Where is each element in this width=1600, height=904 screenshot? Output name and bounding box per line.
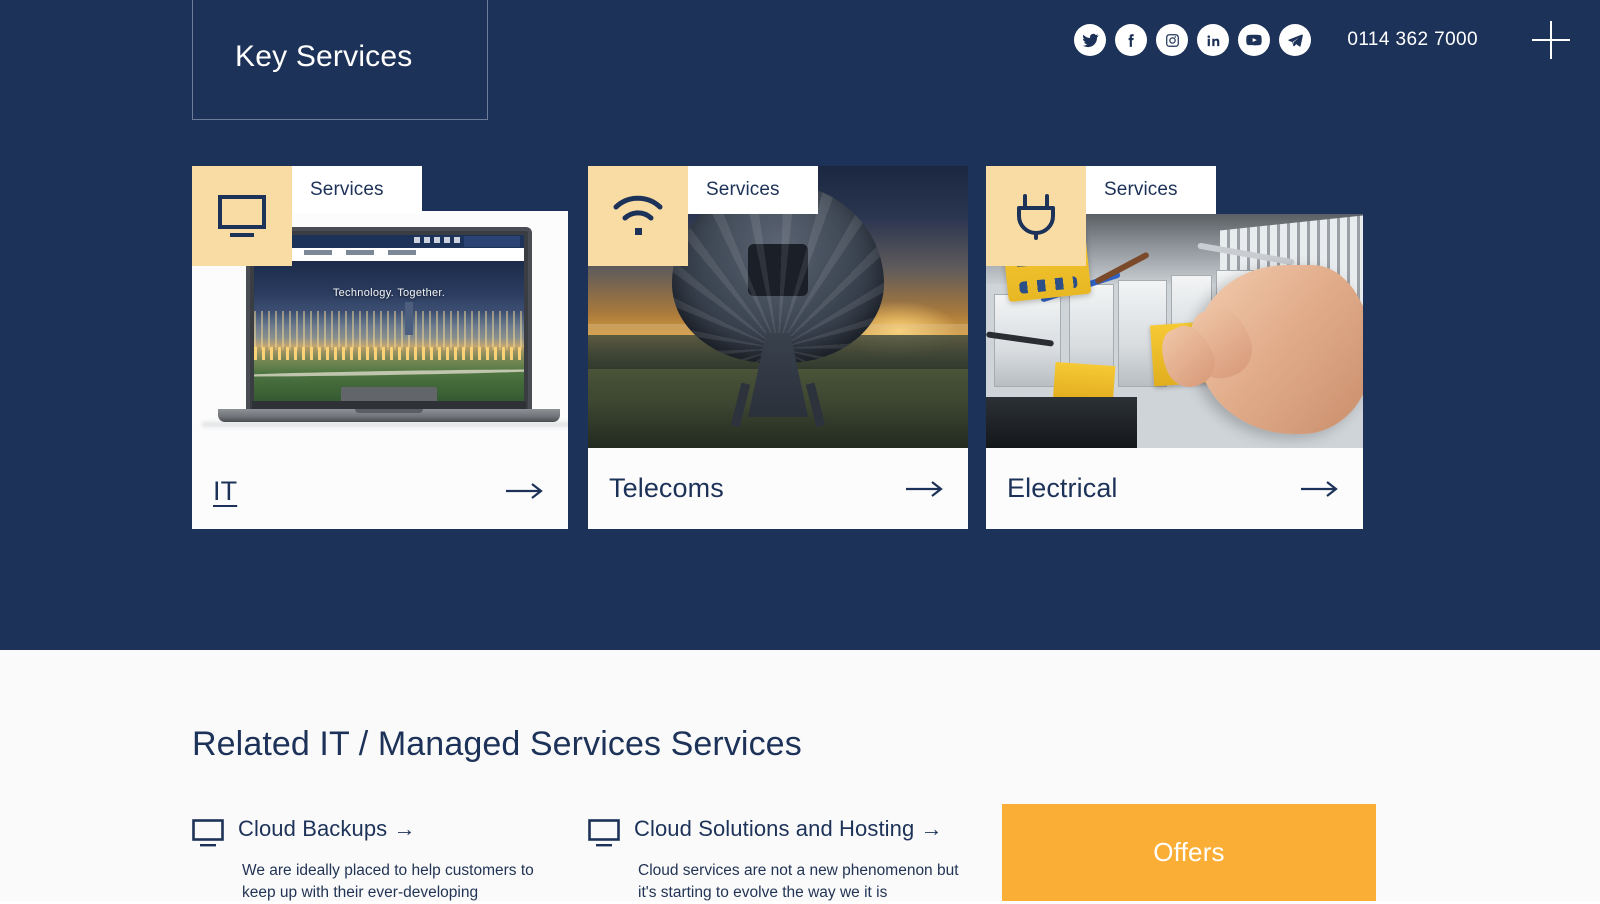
wifi-icon — [588, 166, 688, 266]
laptop-base — [218, 409, 560, 422]
related-services-section: Related IT / Managed Services Services C… — [0, 650, 1600, 901]
electrical-card-title[interactable]: Electrical — [1007, 473, 1118, 504]
related-item-cloud-solutions: Cloud Solutions and Hosting → Cloud serv… — [588, 816, 978, 904]
related-link-cloud-solutions[interactable]: Cloud Solutions and Hosting → — [634, 816, 943, 842]
it-card-badge: Services — [292, 166, 422, 214]
telecoms-card-footer[interactable]: Telecoms — [588, 448, 968, 529]
hero-section: Key Services 0114 362 7000 Technology. T… — [0, 0, 1600, 650]
it-card-title[interactable]: IT — [213, 476, 237, 507]
offers-button[interactable]: Offers — [1002, 804, 1376, 901]
electrical-card-badge: Services — [1086, 166, 1216, 214]
arrow-right-icon[interactable] — [506, 481, 546, 501]
arrow-right-icon[interactable] — [1301, 479, 1341, 499]
related-description-cloud-backups: We are ideally placed to help customers … — [242, 862, 534, 901]
related-link-label: Cloud Solutions and Hosting — [634, 816, 915, 841]
screen-tagline: Technology. Together. — [332, 287, 446, 299]
related-heading: Related IT / Managed Services Services — [192, 725, 802, 763]
screen-mini-social — [414, 237, 460, 243]
plug-icon — [986, 166, 1086, 266]
laptop-screen: Technology. Together. — [254, 235, 524, 409]
related-item-cloud-backups: Cloud Backups → We are ideally placed to… — [192, 816, 562, 904]
laptop-shadow — [202, 422, 568, 427]
monitor-icon — [588, 819, 620, 852]
related-link-label: Cloud Backups — [238, 816, 388, 841]
arrow-right-icon[interactable] — [906, 479, 946, 499]
monitor-icon — [192, 819, 224, 852]
service-cards: Technology. Together. Services IT Servic… — [0, 0, 1600, 650]
it-card-footer[interactable]: IT — [192, 453, 568, 529]
arrow-right-glyph: → — [920, 816, 943, 841]
telecoms-card-badge: Services — [688, 166, 818, 214]
screen-browser-chrome — [254, 235, 524, 261]
related-link-cloud-backups[interactable]: Cloud Backups → — [238, 816, 416, 842]
screen-cta-button — [464, 236, 520, 247]
arrow-right-glyph: → — [393, 816, 416, 841]
related-description-cloud-solutions: Cloud services are not a new phenomenon … — [638, 862, 959, 901]
monitor-icon — [192, 166, 292, 266]
electrical-card-footer[interactable]: Electrical — [986, 448, 1363, 529]
telecoms-card-title[interactable]: Telecoms — [609, 473, 724, 504]
